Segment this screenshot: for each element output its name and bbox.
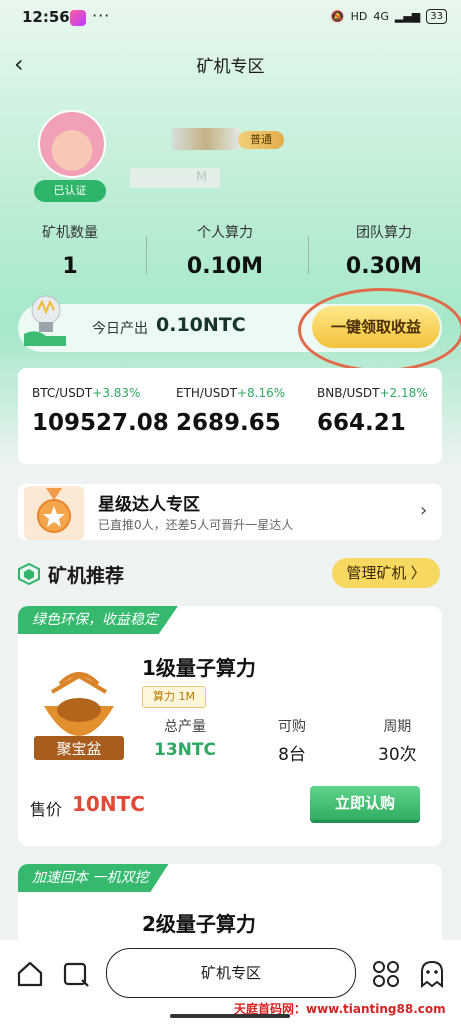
status-bar: 12:56 ··· 🔕 HD 4G ▂▄▆ 33	[0, 0, 461, 36]
product-title: 2级量子算力	[142, 912, 256, 936]
pair-name: BTC/USDT	[32, 386, 93, 400]
stat-value: 1	[62, 254, 78, 279]
price-bnb[interactable]: BNB/USDT+2.18% 664.21	[317, 386, 428, 436]
divider	[146, 236, 147, 274]
cube-icon	[18, 563, 40, 585]
pair-change: +3.83%	[92, 386, 141, 400]
status-time: 12:56	[22, 8, 70, 26]
pair-name: BNB/USDT	[317, 386, 380, 400]
metric-label: 总产量	[163, 719, 206, 735]
home-indicator	[170, 1014, 290, 1018]
divider	[308, 236, 309, 274]
verified-badge: 已认证	[34, 180, 106, 202]
stat-label: 矿机数量	[42, 225, 98, 241]
stat-miner-count: 矿机数量 1	[0, 222, 140, 279]
hd-icon: HD	[350, 10, 368, 23]
price-label: 售价	[30, 800, 63, 819]
section-title: 矿机推荐	[48, 565, 125, 587]
nav-bar: ‹ 矿机专区	[0, 44, 461, 84]
stat-label: 个人算力	[197, 225, 253, 241]
metric-cycle: 周期 30次	[378, 716, 417, 765]
star-banner-subtitle: 已直推0人，还差5人可晋升一星达人	[98, 518, 294, 532]
avatar-block: 已认证	[34, 110, 106, 202]
apps-grid-icon[interactable]	[372, 960, 400, 988]
home-icon[interactable]	[16, 960, 44, 988]
metric-label: 可购	[278, 719, 306, 735]
battery-icon: 33	[426, 9, 447, 24]
metric-total-output: 总产量 13NTC	[154, 716, 216, 760]
mute-icon: 🔕	[330, 10, 345, 23]
network-icon: 4G	[373, 10, 389, 23]
avatar[interactable]	[38, 110, 106, 178]
page-title: 矿机专区	[196, 57, 265, 77]
signal-icon: ▂▄▆	[394, 10, 421, 23]
price-value: 10NTC	[72, 792, 145, 816]
tabs-icon[interactable]	[62, 960, 90, 988]
username-blurred	[172, 128, 240, 150]
stat-team-power: 团队算力 0.30M	[314, 222, 454, 279]
lightbulb-icon	[24, 295, 66, 346]
user-id-tail: M	[196, 170, 208, 185]
pair-change: +8.16%	[236, 386, 286, 400]
app-notification-icon	[70, 10, 86, 26]
star-banner-title: 星级达人专区	[98, 495, 200, 515]
level-badge: 普通	[238, 131, 284, 149]
treasure-bowl-logo-icon: 聚宝盆	[34, 672, 124, 760]
price-eth[interactable]: ETH/USDT+8.16% 2689.65	[176, 386, 285, 436]
metric-label: 周期	[383, 719, 412, 735]
power-badge: 算力 1M	[142, 686, 206, 708]
manage-miners-button[interactable]: 管理矿机 〉	[332, 558, 440, 588]
price-btc[interactable]: BTC/USDT+3.83% 109527.08	[32, 386, 169, 436]
earnings-value: 0.10NTC	[156, 314, 246, 336]
subscribe-button[interactable]: 立即认购	[310, 786, 420, 820]
metric-value: 13NTC	[154, 740, 216, 760]
earnings-label: 今日产出	[92, 321, 148, 337]
medal-icon	[24, 486, 84, 540]
metric-available: 可购 8台	[278, 716, 306, 765]
stat-label: 团队算力	[356, 225, 412, 241]
pair-name: ETH/USDT	[176, 386, 237, 400]
pair-price: 2689.65	[176, 410, 281, 436]
pair-price: 109527.08	[32, 410, 169, 436]
stat-personal-power: 个人算力 0.10M	[155, 222, 295, 279]
product-title: 1级量子算力	[142, 656, 256, 680]
chevron-right-icon: ›	[420, 500, 428, 521]
system-icons: 🔕 HD 4G ▂▄▆ 33	[331, 9, 447, 24]
stat-value: 0.10M	[186, 254, 264, 279]
pair-change: +2.18%	[379, 386, 428, 400]
ghost-profile-icon[interactable]	[418, 960, 446, 988]
product-tag: 绿色环保，收益稳定	[18, 606, 178, 634]
product-tag: 加速回本 一机双挖	[18, 864, 169, 892]
more-notifications-icon: ···	[92, 6, 111, 25]
metric-value: 30次	[378, 745, 417, 765]
highlight-annotation-circle	[298, 288, 461, 372]
logo-text: 聚宝盆	[56, 740, 101, 758]
stat-value: 0.30M	[345, 254, 423, 279]
address-bar[interactable]: 矿机专区	[106, 948, 356, 998]
metric-value: 8台	[278, 745, 306, 765]
user-id-blurred: M	[130, 168, 220, 188]
pair-price: 664.21	[317, 410, 406, 436]
